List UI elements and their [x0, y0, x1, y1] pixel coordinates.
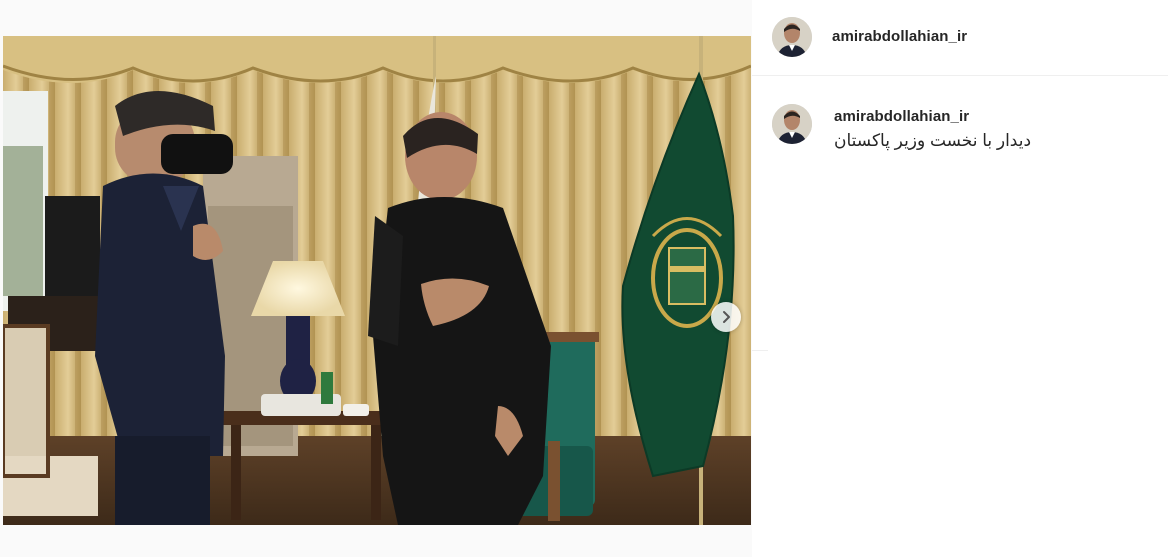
- comment-username[interactable]: amirabdollahian_ir: [834, 108, 969, 125]
- avatar[interactable]: [772, 17, 812, 57]
- comment-avatar[interactable]: [772, 104, 812, 144]
- post-header: amirabdollahian_ir: [752, 0, 1168, 76]
- header-username[interactable]: amirabdollahian_ir: [832, 28, 967, 45]
- avatar-image: [772, 104, 812, 144]
- post-caption: دیدار با نخست وزیر پاکستان: [834, 131, 1032, 150]
- avatar-image: [772, 17, 812, 57]
- chevron-right-icon: [723, 311, 730, 323]
- media-column: [0, 0, 752, 557]
- divider: [752, 350, 768, 351]
- post-side-panel: amirabdollahian_ir amirabdollahian_ir دی…: [752, 0, 1168, 557]
- post-photo[interactable]: [3, 36, 751, 525]
- instagram-post-view: amirabdollahian_ir amirabdollahian_ir دی…: [0, 0, 1168, 557]
- photo-illustration: [3, 36, 751, 525]
- carousel-next-button[interactable]: [711, 302, 741, 332]
